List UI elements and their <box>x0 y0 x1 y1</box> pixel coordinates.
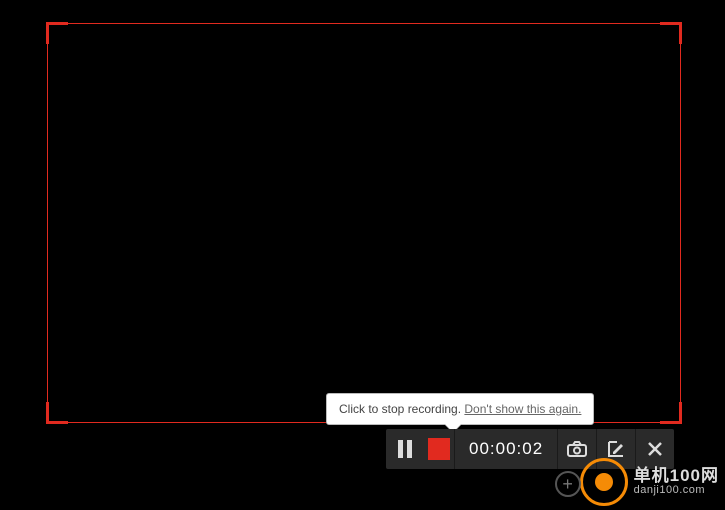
plus-icon: + <box>555 471 581 497</box>
recording-frame <box>46 22 682 424</box>
frame-corner-br <box>660 402 682 424</box>
edit-icon <box>607 440 625 458</box>
pause-button[interactable] <box>386 429 424 469</box>
close-icon <box>648 442 662 456</box>
frame-edge-top <box>68 23 660 24</box>
watermark-sub: danji100.com <box>634 485 719 497</box>
screenshot-button[interactable] <box>558 429 596 469</box>
watermark-title: 单机100网 <box>634 467 719 485</box>
close-button[interactable] <box>636 429 674 469</box>
recording-timer: 00:00:02 <box>455 429 557 469</box>
frame-corner-bl <box>46 402 68 424</box>
camera-icon <box>567 441 587 457</box>
frame-edge-left <box>47 44 48 402</box>
frame-corner-tl <box>46 22 68 44</box>
tooltip-dismiss-link[interactable]: Don't show this again. <box>464 402 581 416</box>
tooltip-text: Click to stop recording. <box>339 402 464 416</box>
frame-corner-tr <box>660 22 682 44</box>
recording-toolbar: 00:00:02 <box>386 429 674 469</box>
stop-icon <box>428 438 450 460</box>
annotate-button[interactable] <box>597 429 635 469</box>
pause-icon <box>397 440 413 458</box>
stop-recording-tooltip: Click to stop recording. Don't show this… <box>326 393 594 425</box>
stop-button[interactable] <box>424 429 454 469</box>
frame-edge-right <box>680 44 681 402</box>
